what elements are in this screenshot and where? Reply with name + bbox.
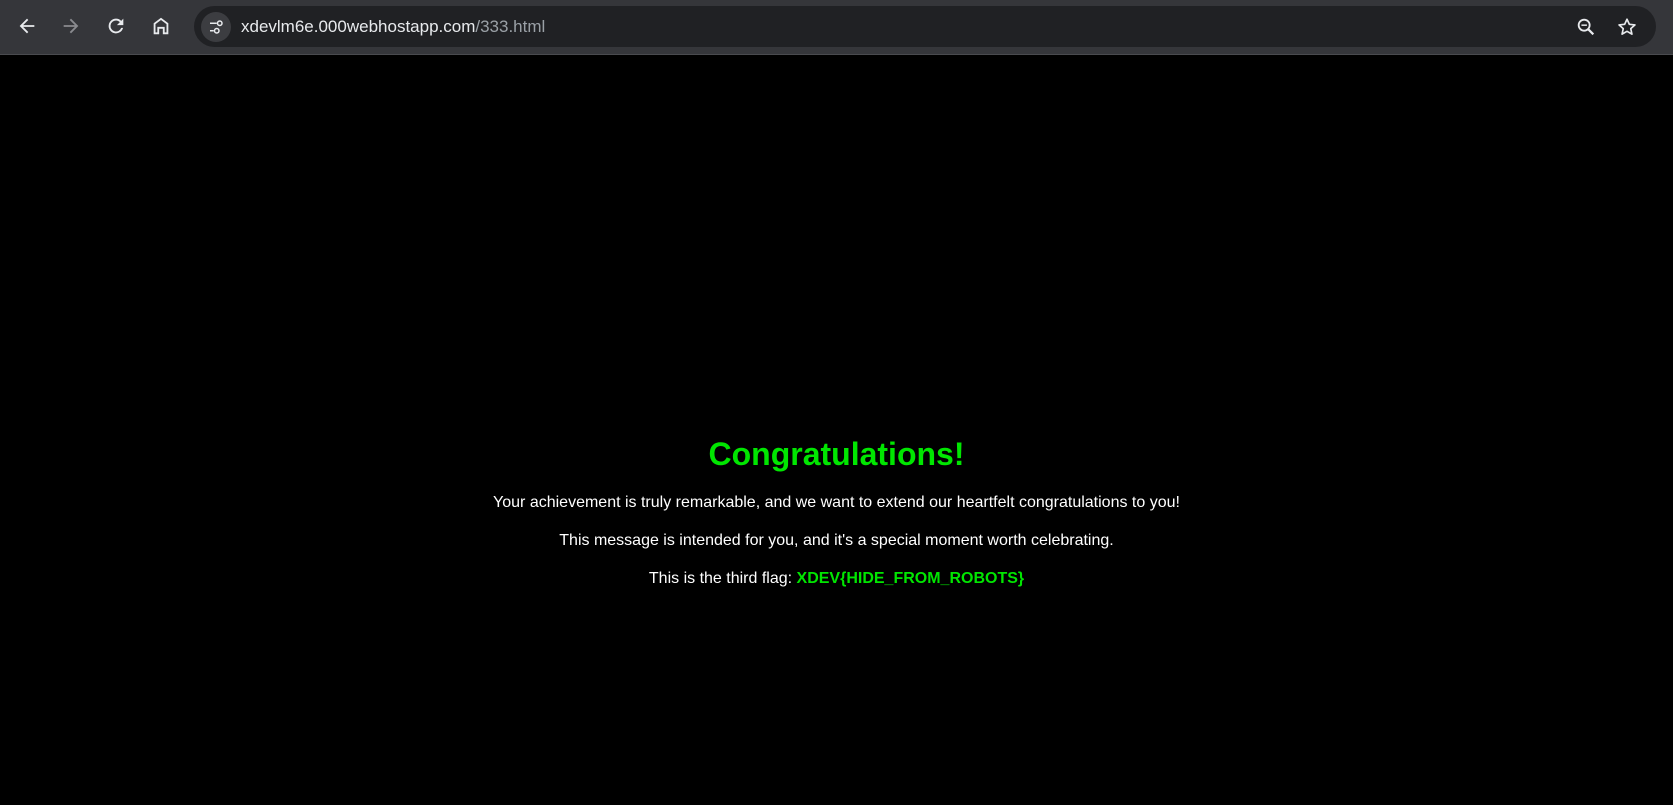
tune-icon (210, 20, 223, 34)
flag-value: XDEV{HIDE_FROM_ROBOTS} (796, 570, 1025, 587)
site-info-button[interactable] (201, 12, 231, 42)
home-icon (153, 17, 169, 35)
flag-line: This is the third flag: XDEV{HIDE_FROM_R… (0, 569, 1673, 589)
forward-button[interactable] (53, 8, 89, 44)
message-line-1: Your achievement is truly remarkable, an… (493, 494, 1180, 511)
bookmark-button[interactable] (1612, 12, 1642, 42)
address-bar[interactable]: xdevlm6e.000webhostapp.com/333.html (194, 6, 1656, 47)
home-button[interactable] (143, 8, 179, 44)
reload-icon (108, 18, 124, 34)
arrow-right-icon (63, 18, 79, 34)
reload-button[interactable] (98, 8, 134, 44)
url-text: xdevlm6e.000webhostapp.com/333.html (241, 17, 545, 37)
message-line-2: This message is intended for you, and it… (559, 532, 1114, 549)
page-content: Congratulations! Your achievement is tru… (0, 55, 1673, 805)
zoom-button[interactable] (1571, 12, 1601, 42)
page-title: Congratulations! (708, 436, 965, 472)
flag-label: This is the third flag: (648, 570, 797, 587)
browser-toolbar: xdevlm6e.000webhostapp.com/333.html (0, 0, 1673, 55)
magnifier-icon (1577, 18, 1595, 36)
url-path: /333.html (475, 17, 546, 36)
back-button[interactable] (9, 8, 45, 44)
arrow-left-icon (19, 18, 35, 34)
url-host: xdevlm6e.000webhostapp.com (241, 17, 476, 36)
congrats-message: Congratulations! Your achievement is tru… (0, 435, 1673, 589)
star-icon (1618, 18, 1636, 35)
